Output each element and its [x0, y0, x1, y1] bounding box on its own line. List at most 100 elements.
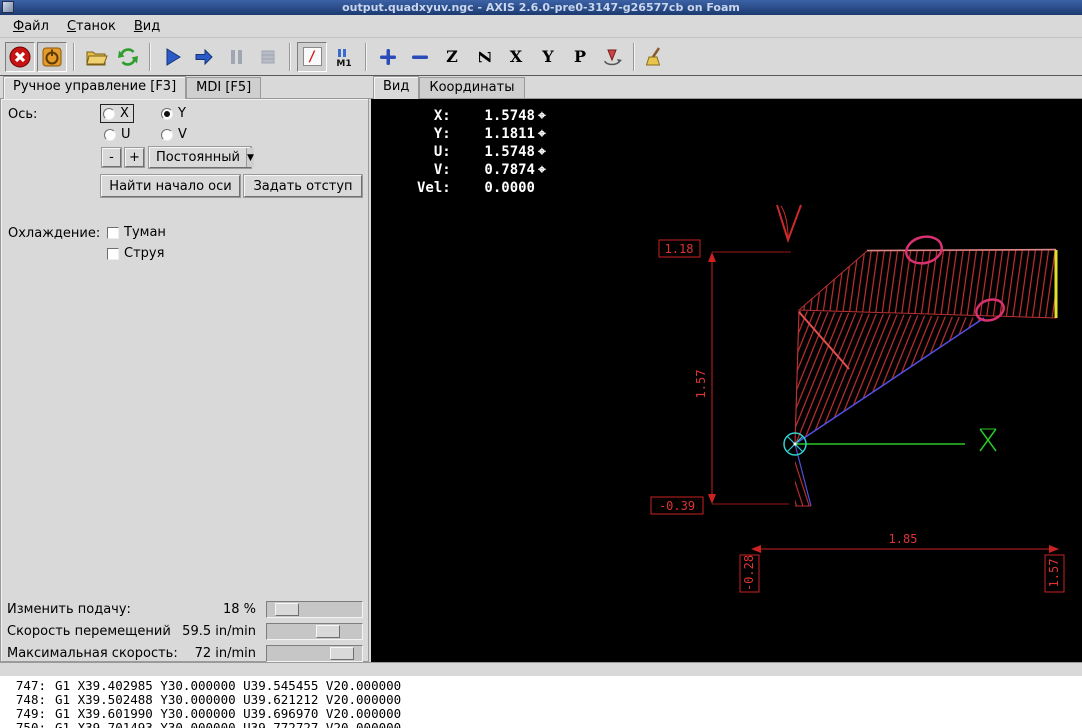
- toolbar-separator: [73, 42, 75, 71]
- toolbar-separator: [633, 42, 635, 71]
- jog-plus-button[interactable]: +: [125, 148, 144, 167]
- coolant-flood-checkbox[interactable]: Струя: [107, 246, 164, 261]
- axis-label: Ось:: [8, 107, 38, 122]
- preview-canvas[interactable]: X: 1.5748 ⌖ Y: 1.1811 ⌖ U: 1.5748 ⌖ V: 0…: [371, 99, 1082, 662]
- menu-view[interactable]: Вид: [125, 17, 169, 36]
- view-top-button[interactable]: Z: [437, 42, 467, 72]
- stop-button[interactable]: [253, 42, 283, 72]
- view-front-button[interactable]: Y: [533, 42, 563, 72]
- axis-radio-x[interactable]: X: [100, 104, 134, 123]
- right-tabs: Вид Координаты: [370, 76, 1082, 99]
- zoom-out-button[interactable]: [405, 42, 435, 72]
- zoom-in-icon: [380, 48, 396, 65]
- coolant-label: Охлаждение:: [8, 226, 101, 241]
- gcode-line-text: G1 X39.601990 Y30.000000 U39.696970 V20.…: [55, 706, 402, 721]
- jog-speed-row: Скорость перемещений 59.5 in/min: [1, 623, 368, 641]
- svg-text:M1: M1: [336, 59, 351, 69]
- jog-minus-button[interactable]: -: [102, 148, 121, 167]
- toolpath-plot: 1.57 1.18 -0.39 1.85 -0.28 1.57: [650, 204, 1065, 593]
- tab-manual-control[interactable]: Ручное управление [F3]: [3, 76, 187, 99]
- dim-width-span: 1.85: [889, 532, 918, 546]
- view-front-icon: Y: [542, 46, 554, 66]
- machine-power-icon: [42, 47, 62, 66]
- tab-dro[interactable]: Координаты: [419, 77, 525, 98]
- estop-button[interactable]: [5, 41, 35, 72]
- skip-lines-button[interactable]: /: [297, 41, 327, 72]
- rotate-view-icon: [604, 49, 622, 65]
- run-icon: [166, 47, 181, 66]
- max-velocity-slider[interactable]: [266, 645, 363, 662]
- chevron-down-icon: ▼: [245, 148, 254, 167]
- gcode-line[interactable]: 747: G1 X39.402985 Y30.000000 U39.545455…: [0, 679, 1082, 693]
- tool-cone-marker: [776, 204, 802, 244]
- axis-radio-u[interactable]: U: [104, 127, 131, 142]
- menu-file[interactable]: Файл: [4, 17, 58, 36]
- tab-preview[interactable]: Вид: [373, 76, 420, 99]
- mist-checkbox-icon: [107, 226, 119, 239]
- view-side-button[interactable]: X: [501, 42, 531, 72]
- panel-sash[interactable]: [0, 662, 1082, 676]
- gcode-listing[interactable]: 747: G1 X39.402985 Y30.000000 U39.545455…: [0, 676, 1082, 728]
- open-folder-icon: [86, 51, 108, 65]
- gcode-line-text: G1 X39.502488 Y30.000000 U39.621212 V20.…: [55, 692, 402, 707]
- step-button[interactable]: [189, 42, 219, 72]
- feed-override-thumb[interactable]: [274, 603, 299, 616]
- axis-radio-y[interactable]: Y: [161, 106, 186, 121]
- gcode-line-text: G1 X39.402985 Y30.000000 U39.545455 V20.…: [55, 678, 402, 693]
- toolbar-separator: [149, 42, 151, 71]
- gcode-line[interactable]: 748: G1 X39.502488 Y30.000000 U39.621212…: [0, 693, 1082, 707]
- view-perspective-icon: P: [573, 46, 587, 66]
- gcode-line[interactable]: 750: G1 X39.701493 Y30.000000 U39.772727…: [0, 721, 1082, 728]
- optional-pause-icon: M1: [336, 48, 352, 69]
- jog-speed-thumb[interactable]: [316, 625, 341, 638]
- machine-power-button[interactable]: [37, 41, 67, 72]
- jog-speed-slider[interactable]: [266, 623, 363, 640]
- titlebar: output.quadxyuv.ngc - AXIS 2.6.0-pre0-31…: [0, 0, 1082, 15]
- jog-increment-select[interactable]: Постоянный ▼: [149, 147, 254, 168]
- max-velocity-label: Максимальная скорость:: [7, 646, 178, 661]
- run-button[interactable]: [157, 42, 187, 72]
- gcode-line-number: 750:: [15, 720, 46, 728]
- open-file-button[interactable]: [81, 42, 111, 72]
- view-perspective-button[interactable]: P: [565, 42, 595, 72]
- radio-x-icon: [103, 107, 115, 120]
- max-velocity-value: 72 in/min: [194, 646, 256, 661]
- menubar: Файл Станок Вид: [0, 15, 1082, 38]
- dim-height-span: 1.57: [694, 370, 708, 399]
- feed-override-slider[interactable]: [266, 601, 363, 618]
- toolpath-feed-moves: [794, 248, 1058, 507]
- toolbar: / M1 Z Z X Y P: [0, 38, 1082, 76]
- feed-override-value: 18 %: [222, 602, 256, 617]
- axis-radio-v[interactable]: V: [161, 127, 187, 142]
- reload-button[interactable]: [113, 42, 143, 72]
- tab-mdi[interactable]: MDI [F5]: [186, 77, 262, 98]
- manual-control-body: Ось: X Y U V - + Постоянный ▼ Найти нача…: [0, 99, 369, 662]
- machine-limit-marker: [979, 428, 997, 452]
- feed-override-row: Изменить подачу: 18 %: [1, 601, 368, 619]
- estop-icon: [9, 46, 31, 67]
- rotate-view-button[interactable]: [597, 42, 627, 72]
- touch-off-button[interactable]: Задать отступ: [244, 175, 362, 197]
- radio-v-icon: [161, 128, 173, 141]
- gcode-line-number: 749:: [15, 706, 46, 721]
- clear-plot-button[interactable]: [641, 42, 671, 72]
- max-velocity-row: Максимальная скорость: 72 in/min: [1, 645, 368, 663]
- zoom-in-button[interactable]: [373, 42, 403, 72]
- pause-button[interactable]: [221, 42, 251, 72]
- view-rotated-top-button[interactable]: Z: [469, 42, 499, 72]
- gcode-line-number: 747:: [15, 678, 46, 693]
- jog-increment-value: Постоянный: [156, 150, 240, 165]
- zoom-out-icon: [412, 55, 428, 59]
- gcode-line[interactable]: 749: G1 X39.601990 Y30.000000 U39.696970…: [0, 707, 1082, 721]
- jog-speed-value: 59.5 in/min: [182, 624, 256, 639]
- coolant-mist-checkbox[interactable]: Туман: [107, 225, 166, 240]
- view-rotated-top-icon: Z: [475, 50, 494, 63]
- optional-pause-button[interactable]: M1: [329, 42, 359, 72]
- menu-machine[interactable]: Станок: [58, 17, 125, 36]
- step-icon: [195, 48, 213, 65]
- reload-icon: [118, 47, 138, 66]
- max-velocity-thumb[interactable]: [329, 647, 354, 660]
- pause-icon: [231, 49, 242, 64]
- dim-height-top: 1.18: [665, 242, 694, 256]
- home-axis-button[interactable]: Найти начало оси: [101, 175, 240, 197]
